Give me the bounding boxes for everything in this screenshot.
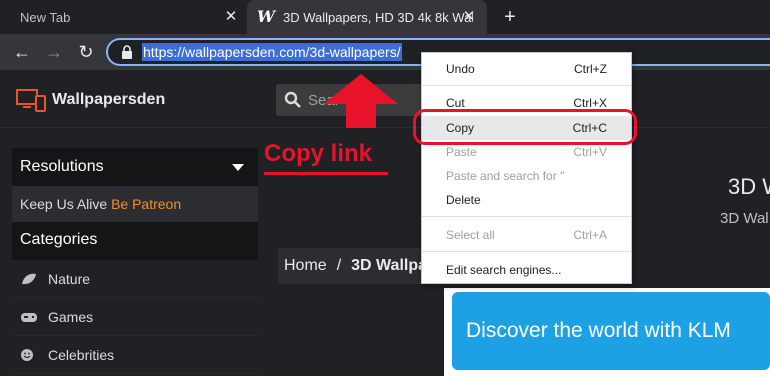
context-menu: Undo Ctrl+Z Cut Ctrl+X Copy Ctrl+C Paste… (421, 52, 632, 284)
annotation-underline (264, 172, 388, 175)
menu-item-label: Edit search engines... (446, 263, 562, 277)
copy-highlight-ring (413, 109, 637, 145)
logo-text: Wallpapersden (52, 91, 166, 108)
menu-item-label: Cut (446, 96, 465, 110)
menu-item-select-all[interactable]: Select all Ctrl+A (422, 223, 631, 247)
tab-title: 3D Wallpapers, HD 3D 4k 8k Wallpapers (283, 9, 473, 25)
site-logo[interactable]: Wallpapersden (16, 88, 165, 112)
sidebar-item-label: Games (48, 308, 94, 325)
ad-text: Discover the world with KLM (466, 319, 731, 342)
tab-strip: New Tab ✕ W 3D Wallpapers, HD 3D 4k 8k W… (0, 0, 770, 34)
lock-icon (122, 45, 132, 59)
tab-wallpapers[interactable]: W 3D Wallpapers, HD 3D 4k 8k Wallpapers … (247, 0, 487, 34)
annotation-label: Copy link (264, 140, 373, 167)
menu-item-shortcut: Ctrl+Z (574, 62, 607, 76)
close-icon[interactable]: ✕ (461, 9, 477, 25)
sidebar-item-label: Celebrities (48, 346, 115, 363)
smiley-icon (21, 348, 33, 361)
sidebar: Resolutions Keep Us Alive Be Patreon Cat… (12, 148, 258, 376)
menu-item-label: Delete (446, 193, 481, 207)
page-subtitle: 3D Wal (720, 210, 769, 227)
resolutions-dropdown[interactable]: Resolutions (12, 148, 258, 186)
page-title: 3D W (728, 174, 770, 199)
close-icon[interactable]: ✕ (223, 9, 239, 25)
sidebar-item-celebrities[interactable]: Celebrities (12, 336, 258, 374)
patreon-link[interactable]: Be Patreon (111, 196, 181, 212)
browser-toolbar: ← → ↻ https://wallpapersden.com/3d-wallp… (0, 34, 770, 70)
search-icon (284, 91, 301, 108)
menu-item-delete[interactable]: Delete (422, 188, 631, 212)
menu-item-label: Select all (446, 228, 495, 242)
menu-item-undo[interactable]: Undo Ctrl+Z (422, 57, 631, 81)
sidebar-item-label: Nature (48, 270, 91, 287)
sidebar-item-games[interactable]: Games (12, 298, 258, 336)
patreon-text: Keep Us Alive (20, 196, 108, 212)
menu-item-shortcut: Ctrl+A (573, 228, 607, 242)
red-arrow-up-icon (324, 74, 398, 128)
url-text-selected[interactable]: https://wallpapersden.com/3d-wallpapers/ (142, 43, 402, 61)
categories-heading: Categories (12, 222, 258, 260)
menu-item-label: Undo (446, 62, 475, 76)
menu-item-label: Paste (446, 145, 477, 159)
ad-banner[interactable]: Discover the world with KLM (452, 292, 770, 370)
resolutions-label: Resolutions (20, 158, 104, 175)
advertisement[interactable]: Discover the world with KLM (444, 288, 770, 376)
menu-item-label: Paste and search for " (446, 169, 565, 183)
forward-arrow-icon[interactable]: → (42, 40, 66, 64)
sidebar-item-nature[interactable]: Nature (12, 260, 258, 298)
caret-down-icon (232, 164, 244, 171)
gamepad-icon (21, 312, 37, 322)
tab-new-tab[interactable]: New Tab ✕ (0, 0, 245, 34)
wallpapersden-favicon-icon: W (257, 7, 275, 26)
new-tab-plus-icon[interactable]: + (498, 5, 522, 29)
menu-item-edit-search-engines[interactable]: Edit search engines... (422, 258, 631, 282)
breadcrumb-separator: / (336, 257, 342, 274)
patreon-banner: Keep Us Alive Be Patreon (12, 186, 258, 222)
menu-divider (422, 251, 631, 252)
breadcrumb-home[interactable]: Home (284, 257, 327, 274)
menu-divider (422, 85, 631, 86)
devices-logo-icon (16, 89, 46, 112)
menu-divider (422, 216, 631, 217)
leaf-icon (22, 273, 36, 284)
menu-item-paste-and-search[interactable]: Paste and search for " (422, 164, 631, 188)
back-arrow-icon[interactable]: ← (10, 40, 34, 64)
reload-icon[interactable]: ↻ (74, 40, 98, 64)
tab-title: New Tab (20, 9, 71, 25)
screenshot-root: New Tab ✕ W 3D Wallpapers, HD 3D 4k 8k W… (0, 0, 770, 376)
